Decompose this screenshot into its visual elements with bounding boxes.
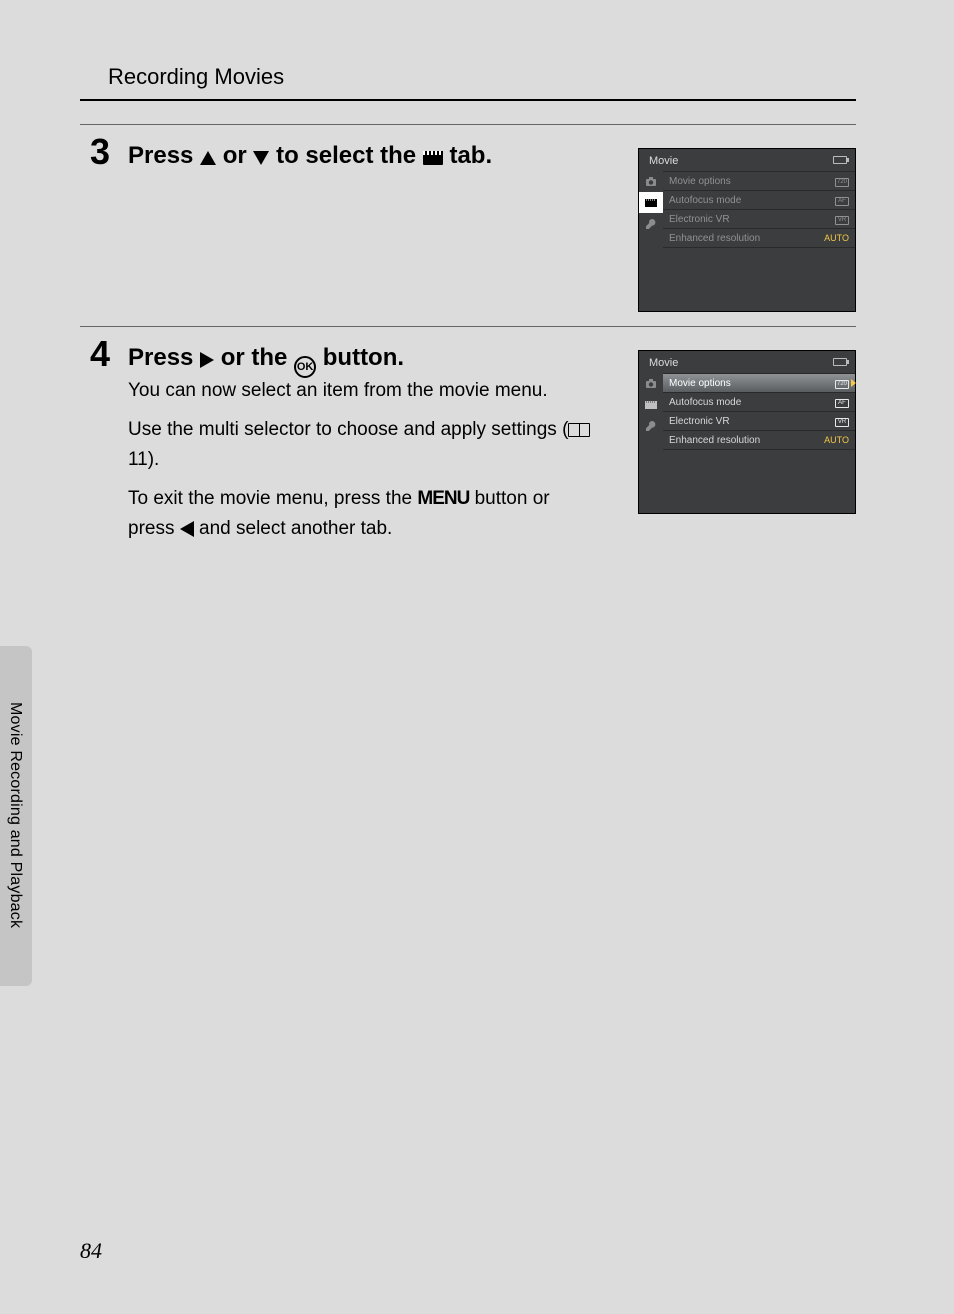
step-rule [80,124,856,125]
side-tab: Movie Recording and Playback [0,646,32,986]
left-icon [180,521,194,537]
row-label: Autofocus mode [669,397,835,408]
menu-icon: MENU [417,484,469,513]
text: and select another tab. [194,518,393,539]
lcd-row: Movie options720 [663,172,855,191]
right-icon [200,352,214,368]
row-value: VR [835,213,849,225]
lcd-list: Movie options720 Autofocus modeAF Electr… [663,373,855,509]
lcd-title: Movie [639,149,855,171]
row-value: 720 [835,175,849,187]
text: Press [128,142,200,169]
row-value: AUTO [824,435,849,445]
row-value: VR [835,415,849,427]
lcd-row: Enhanced resolutionAUTO [663,431,855,450]
text: Use the multi selector to choose and app… [128,419,568,440]
lcd-row: Autofocus modeAF [663,191,855,210]
row-label: Movie options [669,378,835,389]
up-icon [200,151,216,165]
row-value: AUTO [824,233,849,243]
lcd-row: Electronic VRVR [663,412,855,431]
row-value: 720 [835,377,849,389]
row-label: Enhanced resolution [669,233,824,244]
lcd-row: Enhanced resolutionAUTO [663,229,855,248]
lcd-tab-setup [639,415,663,436]
movie-icon [645,399,657,411]
movie-icon [423,151,443,165]
text: to select the [276,142,423,169]
text: Press [128,344,200,371]
wrench-icon [645,420,657,432]
lcd-row: Electronic VRVR [663,210,855,229]
paragraph: To exit the movie menu, press the MENU b… [128,484,596,543]
book-icon [568,423,590,437]
down-icon [253,151,269,165]
lcd-row: Autofocus modeAF [663,393,855,412]
lcd-tab-shooting [639,373,663,394]
lcd-tab-movie [639,394,663,415]
step-heading: Press or to select the tab. [128,140,606,172]
paragraph: You can now select an item from the movi… [128,376,596,405]
step-heading: Press or the OK button. [128,342,606,378]
row-label: Autofocus mode [669,195,835,206]
camera-menu-screenshot-tabs: Movie Movie options720 Au [638,148,856,312]
battery-icon [833,156,847,164]
step-number: 3 [80,134,120,170]
lcd-tab-shooting [639,171,663,192]
camera-icon [645,378,657,390]
value-icon: AF [835,197,849,206]
ok-icon: OK [294,356,316,378]
wrench-icon [645,218,657,230]
lcd-tab-column [639,373,663,509]
value-icon: VR [835,216,849,225]
row-value: AF [835,194,849,206]
value-icon: AF [835,399,849,408]
text: or [223,142,254,169]
camera-menu-screenshot-list: Movie Movie options720 Au [638,350,856,514]
lcd-tab-setup [639,213,663,234]
text: button. [323,344,404,371]
text: To exit the movie menu, press the [128,488,417,509]
camera-icon [645,176,657,188]
row-value: AF [835,396,849,408]
lcd-row-selected: Movie options720 [663,374,855,393]
movie-icon [645,197,657,209]
paragraph: Use the multi selector to choose and app… [128,415,596,474]
lcd-title-text: Movie [649,155,678,167]
step-rule [80,326,856,327]
header-rule [80,99,856,101]
lcd-title: Movie [639,351,855,373]
page-ref: 11 [128,449,148,470]
row-label: Movie options [669,176,835,187]
text: tab. [449,142,492,169]
text: or the [221,344,294,371]
value-icon: 720 [835,178,849,187]
running-header: Recording Movies [108,64,284,90]
step-number: 4 [80,336,120,372]
lcd-list: Movie options720 Autofocus modeAF Electr… [663,171,855,307]
battery-icon [833,358,847,366]
value-icon: VR [835,418,849,427]
lcd-title-text: Movie [649,357,678,369]
side-section-title: Movie Recording and Playback [0,646,29,928]
lcd-tab-movie [639,192,663,213]
text: ). [148,449,160,470]
row-label: Electronic VR [669,214,835,225]
step-body: You can now select an item from the movi… [128,376,596,553]
value-icon: 720 [835,380,849,389]
page-number: 84 [80,1238,102,1264]
lcd-tab-column [639,171,663,307]
row-label: Enhanced resolution [669,435,824,446]
row-label: Electronic VR [669,416,835,427]
